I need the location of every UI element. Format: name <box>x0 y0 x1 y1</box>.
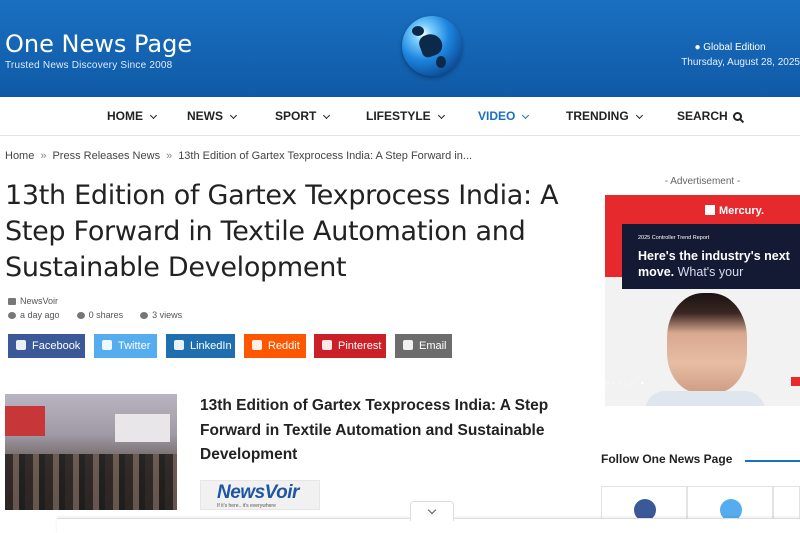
carousel-dots[interactable]: ○○○○○ ● <box>605 380 646 387</box>
article-meta: a day ago 0 shares 3 views <box>8 310 182 320</box>
nav-item-trending[interactable]: TRENDING <box>566 109 643 123</box>
twitter-icon <box>102 340 112 350</box>
breadcrumb-section[interactable]: Press Releases News <box>52 150 160 162</box>
nav-item-video[interactable]: VIDEO <box>478 109 530 123</box>
nav-item-home[interactable]: HOME <box>107 109 158 123</box>
chevron-down-icon <box>323 111 331 120</box>
chevron-down-icon <box>635 111 643 120</box>
newsvoir-logo: NewsVoir If it's here.. it's everywhere <box>200 480 320 510</box>
chevron-down-icon <box>229 111 238 120</box>
edition-info: ● Global Edition Thursday, August 28, 20… <box>660 42 800 68</box>
article-time: a day ago <box>20 310 60 320</box>
edition-selector[interactable]: ● Global Edition <box>660 42 800 53</box>
breadcrumb-current: 13th Edition of Gartex Texprocess India:… <box>178 150 473 162</box>
main-nav: HOME NEWS SPORT LIFESTYLE VIDEO TRENDING… <box>0 97 800 136</box>
email-icon <box>403 340 413 350</box>
facebook-icon <box>16 340 26 350</box>
site-title[interactable]: One News Page <box>5 30 192 58</box>
advertisement[interactable]: Mercury. 2025 Controller Trend Report He… <box>605 195 800 406</box>
current-date: Thursday, August 28, 2025 <box>681 57 800 68</box>
share-twitter-button[interactable]: Twitter <box>94 334 157 358</box>
share-email-button[interactable]: Email <box>395 334 452 358</box>
search-icon <box>732 112 742 121</box>
globe-logo-icon[interactable] <box>402 16 462 76</box>
reddit-icon <box>252 340 262 350</box>
nav-item-lifestyle[interactable]: LIFESTYLE <box>366 109 445 123</box>
ad-photo <box>667 293 747 393</box>
nav-item-search[interactable]: SEARCH <box>677 109 742 123</box>
chevron-down-icon <box>149 111 158 120</box>
ad-report-label: 2025 Controller Trend Report <box>638 235 710 241</box>
site-tagline: Trusted News Discovery Since 2008 <box>5 60 173 71</box>
breadcrumb-separator: » <box>166 150 173 162</box>
breadcrumb-separator: » <box>40 150 47 162</box>
folder-icon <box>8 298 16 306</box>
advertisement-label: - Advertisement - <box>664 176 741 187</box>
breadcrumb-home[interactable]: Home <box>5 150 34 162</box>
pinterest-icon <box>322 340 332 350</box>
breadcrumb: Home » Press Releases News » 13th Edition of… <box>5 150 472 162</box>
page-title: 13th Edition of Gartex Texprocess India:… <box>5 180 559 283</box>
logo-tagline: If it's here.. it's everywhere <box>217 503 276 509</box>
article-source[interactable]: NewsVoir <box>8 296 58 306</box>
follow-title: Follow One News Page <box>601 452 733 466</box>
section-divider <box>745 460 800 462</box>
sticky-bar-toggle[interactable] <box>410 501 454 521</box>
ad-choices-icon[interactable] <box>791 377 800 386</box>
share-facebook-button[interactable]: Facebook <box>8 334 85 358</box>
share-linkedin-button[interactable]: LinkedIn <box>166 334 235 358</box>
article-card-title[interactable]: 13th Edition of Gartex Texprocess India:… <box>200 394 580 468</box>
share-pinterest-button[interactable]: Pinterest <box>314 334 386 358</box>
article-image[interactable] <box>5 394 177 510</box>
article-shares: 0 shares <box>88 310 124 320</box>
article-views: 3 views <box>152 310 183 320</box>
clock-icon <box>8 312 16 320</box>
chevron-down-icon <box>427 505 437 515</box>
mercury-logo-icon <box>705 205 715 215</box>
ad-brand: Mercury. <box>705 205 764 217</box>
brand[interactable]: One News Page Trusted News Discovery Sin… <box>5 30 192 71</box>
eye-icon <box>140 312 149 320</box>
chevron-down-icon <box>522 111 530 120</box>
ad-headline: Here's the industry's next move. What's … <box>638 249 790 279</box>
chevron-down-icon <box>437 111 445 120</box>
linkedin-icon <box>174 340 184 350</box>
logo-text: NewsVoir <box>217 482 299 503</box>
nav-item-news[interactable]: NEWS <box>187 109 238 123</box>
share-icon <box>76 312 85 320</box>
share-reddit-button[interactable]: Reddit <box>244 334 306 358</box>
site-header: One News Page Trusted News Discovery Sin… <box>0 0 800 97</box>
nav-item-sport[interactable]: SPORT <box>275 109 331 123</box>
